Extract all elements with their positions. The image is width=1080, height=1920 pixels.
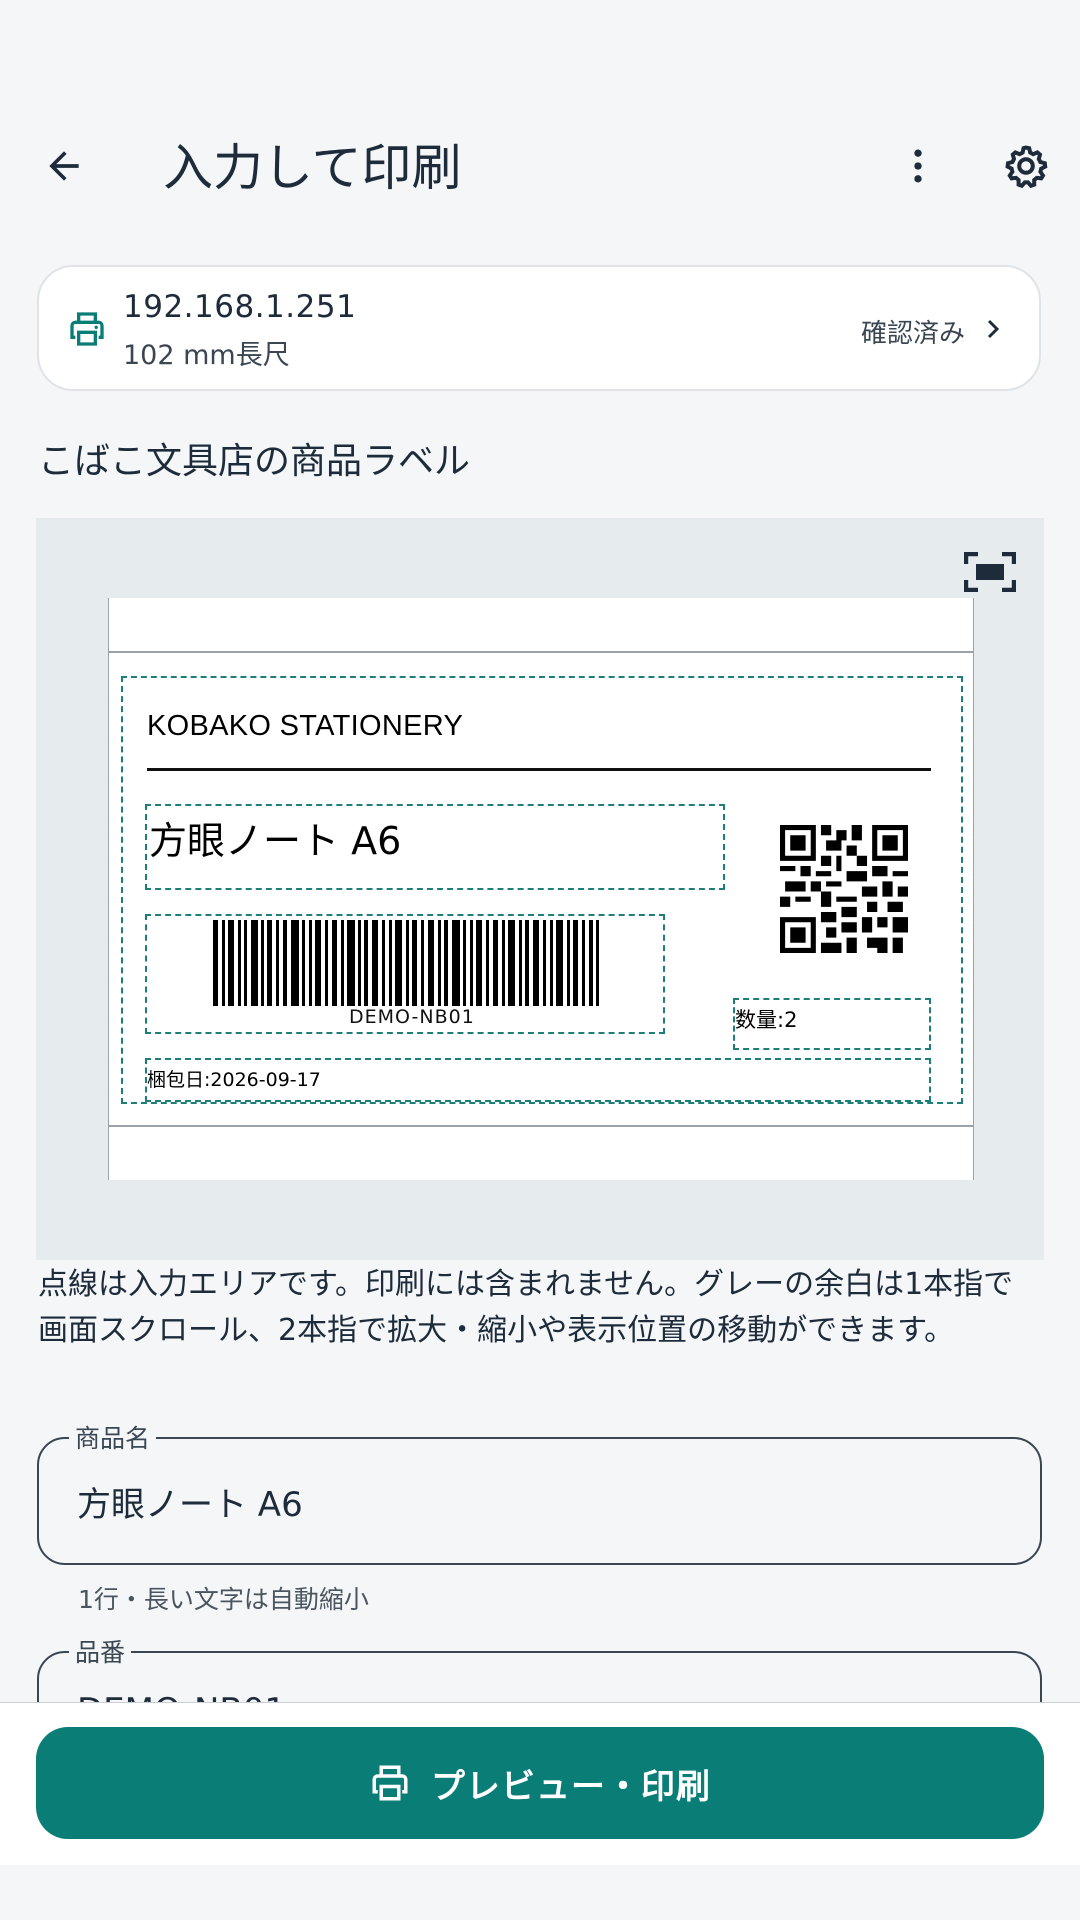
arrow-left-icon: [49, 151, 79, 181]
template-title: こばこ文具店の商品ラベル: [38, 441, 471, 482]
label-product-name: 方眼ノート A6: [149, 819, 402, 863]
product-name-input-area[interactable]: 方眼ノート A6: [145, 804, 725, 890]
label-divider: [147, 768, 931, 771]
printer-address: 192.168.1.251: [123, 289, 357, 325]
label-brand: KOBAKO STATIONERY: [147, 710, 464, 742]
label-quantity: 数量:2: [735, 1008, 798, 1032]
printer-card[interactable]: 192.168.1.251 102 mm長尺 確認済み: [37, 265, 1041, 391]
bottom-cut-line: [109, 1125, 973, 1127]
barcode-text: DEMO-NB01: [349, 1006, 475, 1028]
paper-size: 102 mm長尺: [123, 340, 290, 371]
settings-button[interactable]: [990, 130, 1062, 202]
product-name-value: 方眼ノート A6: [77, 1485, 303, 1525]
printer-status: 確認済み: [860, 319, 965, 349]
printer-icon: [70, 312, 104, 346]
chevron-right-icon: [987, 319, 1000, 339]
back-button[interactable]: [28, 130, 100, 202]
quantity-input-area[interactable]: 数量:2: [733, 998, 931, 1050]
qr-code: [780, 825, 908, 953]
label-pack-date: 梱包日:2026-09-17: [147, 1069, 321, 1091]
product-name-field[interactable]: 商品名 方眼ノート A6: [37, 1419, 1042, 1565]
preview-help-text: 点線は入力エリアです。印刷には含まれません。グレーの余白は1本指で画面スクロール…: [38, 1267, 1014, 1348]
page-title: 入力して印刷: [163, 139, 462, 197]
printer-icon: [372, 1765, 408, 1801]
pack-date-input-area[interactable]: 梱包日:2026-09-17: [145, 1058, 931, 1102]
part-number-field-label: 品番: [69, 1633, 132, 1669]
product-name-field-label: 商品名: [69, 1419, 157, 1455]
preview-print-label: プレビュー・印刷: [431, 1766, 711, 1807]
label-paper: KOBAKO STATIONERY 方眼ノート A6 DEMO-NB01 数量:…: [108, 598, 974, 1180]
gear-icon: [1005, 145, 1048, 189]
more-options-button[interactable]: [882, 130, 954, 202]
product-name-hint: 1行・長い文字は自動縮小: [78, 1585, 369, 1614]
more-vertical-icon: [914, 149, 922, 183]
barcode: [213, 920, 599, 1006]
top-cut-line: [109, 651, 973, 653]
fit-screen-icon[interactable]: [964, 552, 1016, 592]
preview-print-button[interactable]: プレビュー・印刷: [36, 1727, 1044, 1839]
